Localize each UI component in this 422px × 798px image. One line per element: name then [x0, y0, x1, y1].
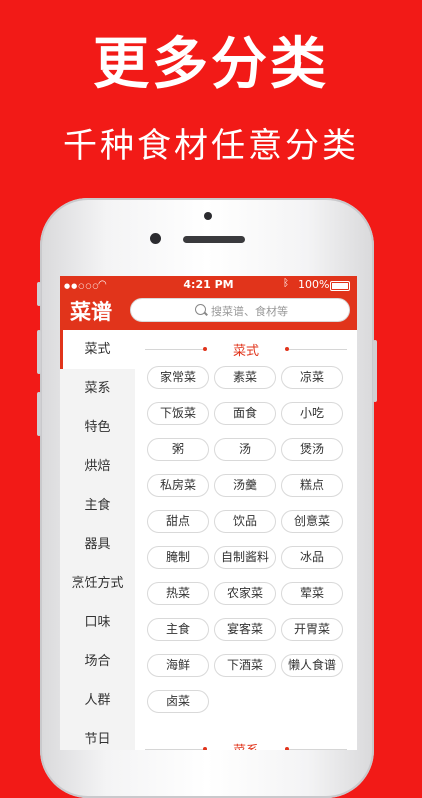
- category-tag[interactable]: 汤: [214, 438, 276, 461]
- category-tag[interactable]: 农家菜: [214, 582, 276, 605]
- sidebar-item[interactable]: 口味: [60, 603, 135, 642]
- category-tag[interactable]: 主食: [147, 618, 209, 641]
- category-tag[interactable]: 卤菜: [147, 690, 209, 713]
- phone-power-button: [373, 340, 377, 402]
- section-title: 菜系: [135, 740, 357, 750]
- search-input[interactable]: 搜菜谱、食材等: [130, 298, 350, 322]
- phone-volume-down-button: [37, 392, 41, 436]
- category-tag[interactable]: 小吃: [281, 402, 343, 425]
- category-tag[interactable]: 凉菜: [281, 366, 343, 389]
- promo-headline: 更多分类: [93, 32, 329, 97]
- category-tag[interactable]: 海鲜: [147, 654, 209, 677]
- category-tag[interactable]: 下酒菜: [214, 654, 276, 677]
- category-tag[interactable]: 开胃菜: [281, 618, 343, 641]
- category-tag[interactable]: 家常菜: [147, 366, 209, 389]
- category-tag[interactable]: 面食: [214, 402, 276, 425]
- category-tag[interactable]: 下饭菜: [147, 402, 209, 425]
- category-tag[interactable]: 煲汤: [281, 438, 343, 461]
- promo-subline: 千种食材任意分类: [63, 126, 359, 166]
- sidebar-item[interactable]: 人群: [60, 681, 135, 720]
- category-tag[interactable]: 热菜: [147, 582, 209, 605]
- app-title: 菜谱: [70, 300, 112, 324]
- category-tag[interactable]: 荤菜: [281, 582, 343, 605]
- category-tag[interactable]: 创意菜: [281, 510, 343, 533]
- phone-screen: ●●○○○ ◠ 4:21 PM ᛒ 100% 菜谱 搜菜谱、食材等 菜式 菜系 特色…: [60, 276, 357, 750]
- category-tag[interactable]: 腌制: [147, 546, 209, 569]
- category-tag[interactable]: 粥: [147, 438, 209, 461]
- sidebar-item[interactable]: 菜式: [60, 330, 135, 369]
- category-tag[interactable]: 汤羹: [214, 474, 276, 497]
- phone-side-button: [37, 282, 41, 306]
- section-header: 菜系: [135, 738, 357, 750]
- phone-volume-up-button: [37, 330, 41, 374]
- sidebar-item[interactable]: 主食: [60, 486, 135, 525]
- category-tag[interactable]: 素菜: [214, 366, 276, 389]
- bluetooth-icon: ᛒ: [283, 278, 289, 289]
- status-bar: ●●○○○ ◠ 4:21 PM ᛒ 100%: [60, 276, 357, 294]
- category-tag[interactable]: 饮品: [214, 510, 276, 533]
- section-title: 菜式: [232, 344, 259, 359]
- sidebar-item[interactable]: 特色: [60, 408, 135, 447]
- category-tag[interactable]: 冰品: [281, 546, 343, 569]
- category-tag[interactable]: 宴客菜: [214, 618, 276, 641]
- sidebar-item[interactable]: 烹饪方式: [60, 564, 135, 603]
- category-tag[interactable]: 私房菜: [147, 474, 209, 497]
- sidebar-item[interactable]: 烘焙: [60, 447, 135, 486]
- section-header: 菜式: [135, 338, 357, 362]
- battery-percent: 100%: [298, 278, 330, 291]
- nav-bar: 菜谱 搜菜谱、食材等: [60, 294, 357, 330]
- sidebar-item[interactable]: 场合: [60, 642, 135, 681]
- category-tag[interactable]: 懒人食谱: [281, 654, 343, 677]
- category-tag[interactable]: 甜点: [147, 510, 209, 533]
- category-tag[interactable]: 糕点: [281, 474, 343, 497]
- battery-icon: [330, 281, 350, 291]
- category-tag[interactable]: 自制酱料: [214, 546, 276, 569]
- sidebar-item[interactable]: 器具: [60, 525, 135, 564]
- sidebar-item[interactable]: 菜系: [60, 369, 135, 408]
- sidebar-item[interactable]: 节日: [60, 720, 135, 750]
- phone-camera: [150, 233, 161, 244]
- category-content: 菜式家常菜 素菜 凉菜下饭菜 面食 小吃粥汤煲汤私房菜 汤羹 糕点甜点 饮品 创意菜腌制 自制酱料…: [135, 330, 357, 750]
- category-sidebar: 菜式 菜系 特色 烘焙 主食 器具 烹饪方式 口味 场合 人群 节日: [60, 330, 135, 750]
- phone-sensor: [204, 212, 212, 220]
- phone-speaker: [183, 236, 245, 243]
- search-icon: [195, 304, 206, 315]
- search-placeholder: 搜菜谱、食材等: [211, 305, 288, 318]
